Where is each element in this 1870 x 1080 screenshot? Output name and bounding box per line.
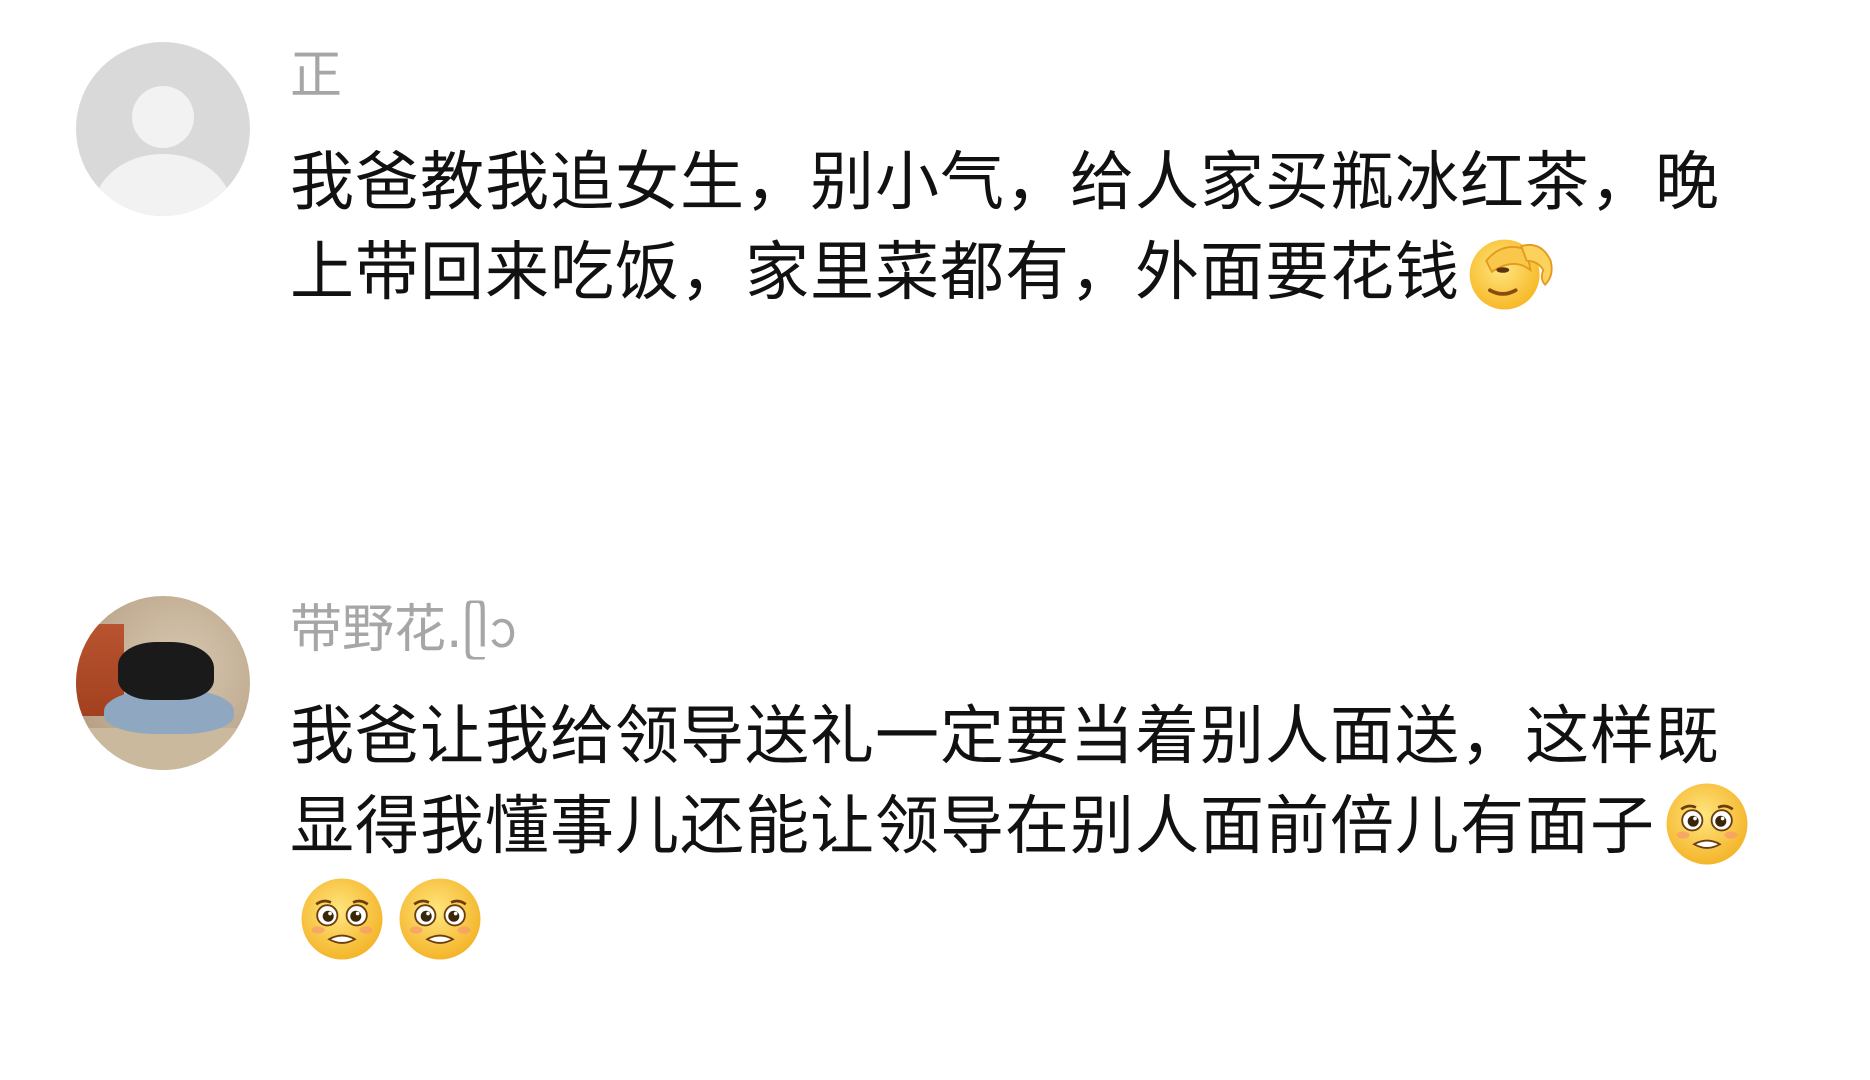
- comment-username[interactable]: 正: [290, 44, 342, 108]
- facepalm-emoji-icon: [1469, 240, 1553, 310]
- avatar[interactable]: [76, 596, 250, 770]
- pleading-emoji-icon: [399, 878, 481, 960]
- pleading-emoji-icon: [1666, 783, 1748, 865]
- comment-username[interactable]: 带野花.ᥫᩣ: [290, 598, 518, 662]
- avatar-body-shape: [94, 154, 232, 216]
- comment-text: 我爸让我给领导送礼一定要当着别人面送，这样既显得我懂事儿还能让领导在别人面前倍儿…: [290, 692, 1770, 971]
- comment-text-content: 我爸让我给领导送礼一定要当着别人面送，这样既显得我懂事儿还能让领导在别人面前倍儿…: [290, 700, 1720, 864]
- avatar[interactable]: [76, 42, 250, 216]
- pleading-emoji-icon: [301, 878, 383, 960]
- avatar-photo-floor: [76, 728, 250, 770]
- comment-text: 我爸教我追女生，别小气，给人家买瓶冰红茶，晚上带回来吃饭，家里菜都有，外面要花钱: [290, 138, 1770, 322]
- avatar-head-shape: [132, 86, 194, 148]
- comment-list: 正 我爸教我追女生，别小气，给人家买瓶冰红茶，晚上带回来吃饭，家里菜都有，外面要…: [0, 0, 1870, 1080]
- avatar-photo-cat: [118, 642, 214, 700]
